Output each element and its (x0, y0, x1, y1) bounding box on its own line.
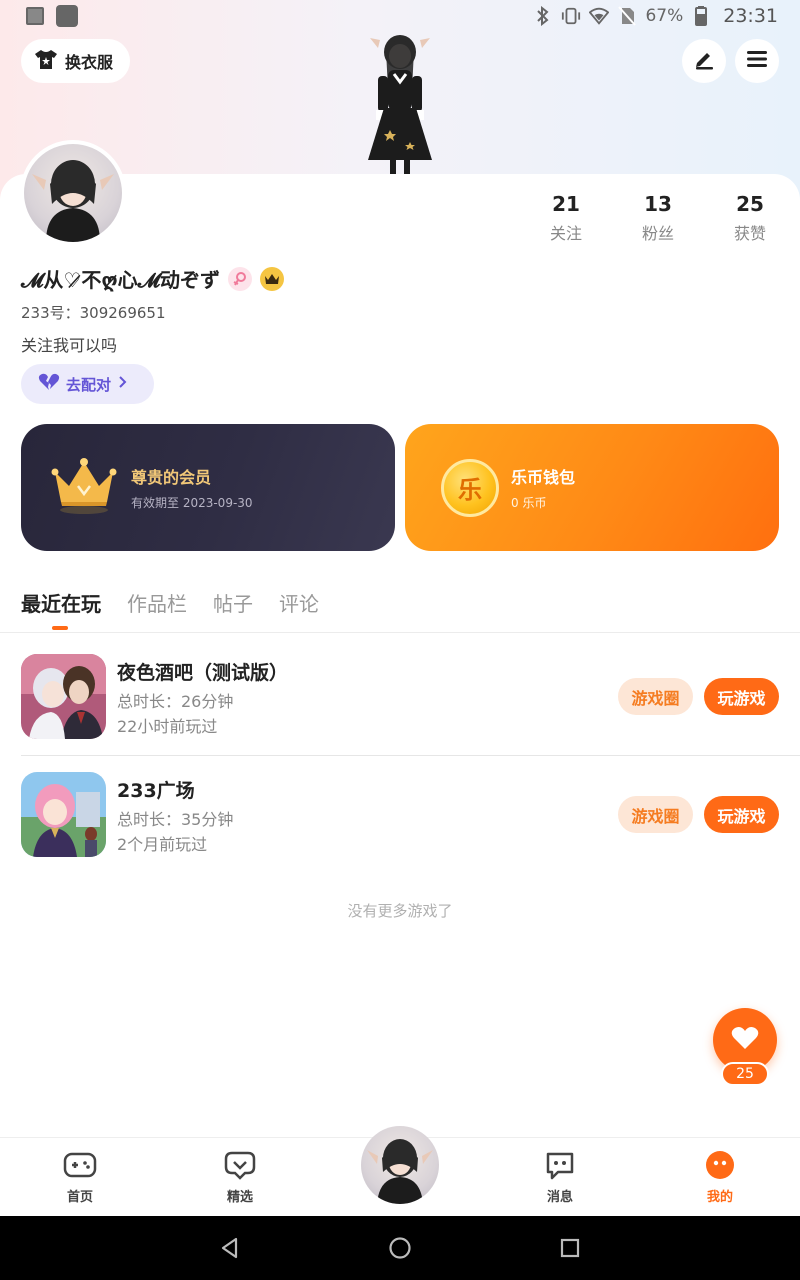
go-pair-label: 去配对 (66, 375, 112, 394)
heart-icon (731, 1026, 759, 1054)
gamepad-icon (63, 1148, 97, 1182)
nickname-text: 𝓜从♡̷不ღ̷心𝓜动ぞず (21, 268, 221, 292)
like-count-badge: 25 (721, 1062, 769, 1086)
nav-messages[interactable]: 消息 (520, 1148, 600, 1205)
tab-comments[interactable]: 评论 (279, 588, 319, 617)
likes-count: 25 (736, 192, 764, 216)
me-face-icon (703, 1148, 737, 1182)
battery-percent: 67% (645, 6, 684, 26)
change-outfit-label: 换衣服 (65, 53, 114, 72)
gallery-notification-icon (26, 7, 44, 25)
nav-me[interactable]: 我的 (680, 1148, 760, 1205)
nav-home[interactable]: 首页 (40, 1148, 120, 1205)
game-title: 233广场 (117, 780, 195, 802)
wallet-balance: 0 乐币 (511, 496, 547, 510)
hamburger-menu-icon (746, 49, 768, 73)
play-game-button[interactable]: 玩游戏 (704, 678, 779, 715)
message-icon (543, 1148, 577, 1182)
chevron-right-icon (117, 375, 127, 393)
following-count: 21 (552, 192, 580, 216)
profile-nickname: 𝓜从♡̷不ღ̷心𝓜动ぞず (21, 264, 285, 293)
clock: 23:31 (723, 5, 778, 27)
wallet-title: 乐币钱包 (511, 468, 576, 487)
game-circle-button[interactable]: 游戏圈 (618, 678, 693, 715)
game-circle-button[interactable]: 游戏圈 (618, 796, 693, 833)
profile-stats: 21 关注 13 粉丝 25 获赞 (520, 192, 800, 244)
nav-featured-label: 精选 (226, 1190, 253, 1205)
back-icon[interactable] (218, 1236, 242, 1260)
go-pair-button[interactable]: 去配对 (21, 364, 154, 404)
battery-icon (691, 6, 711, 26)
vip-title: 尊贵的会员 (131, 468, 212, 487)
tab-recently-played[interactable]: 最近在玩 (21, 588, 101, 630)
system-navigation-bar (0, 1216, 800, 1280)
home-icon[interactable] (388, 1236, 412, 1260)
nav-home-label: 首页 (66, 1190, 93, 1205)
pencil-icon (693, 48, 715, 74)
edit-profile-button[interactable] (682, 39, 726, 83)
user-bio: 关注我可以吗 (21, 336, 118, 355)
tab-works[interactable]: 作品栏 (127, 588, 187, 617)
likes-label: 获赞 (733, 224, 766, 243)
list-item[interactable]: 233广场 总时长：35分钟 2个月前玩过 游戏圈 玩游戏 (0, 772, 800, 890)
play-game-button[interactable]: 玩游戏 (704, 796, 779, 833)
game-last-played: 2个月前玩过 (117, 835, 208, 854)
followers-label: 粉丝 (641, 224, 674, 243)
nav-me-label: 我的 (706, 1190, 733, 1205)
followers-stat[interactable]: 13 粉丝 (612, 192, 704, 244)
game-title: 夜色酒吧（测试版） (117, 662, 289, 684)
app-notification-icon (56, 5, 78, 27)
gold-crown-icon (51, 456, 117, 520)
broken-heart-icon (38, 373, 60, 395)
avatar-character-figure[interactable] (350, 30, 450, 175)
nav-featured[interactable]: 精选 (200, 1148, 280, 1205)
followers-count: 13 (644, 192, 672, 216)
no-more-games-text: 没有更多游戏了 (347, 902, 453, 920)
active-tab-indicator (52, 626, 68, 630)
tab-recently-played-label: 最近在玩 (21, 592, 101, 616)
menu-button[interactable] (735, 39, 779, 83)
list-divider (21, 755, 800, 756)
game-last-played: 22小时前玩过 (117, 717, 218, 736)
heart-chat-icon (223, 1148, 257, 1182)
vip-expiry: 有效期至 2023-09-30 (131, 496, 253, 510)
vip-crown-icon (260, 266, 285, 291)
tabs-divider (0, 632, 800, 633)
no-sim-icon (617, 6, 637, 26)
profile-avatar[interactable] (20, 140, 126, 246)
wallet-card[interactable]: 乐 乐币钱包 0 乐币 (405, 424, 779, 551)
wifi-icon (589, 6, 610, 26)
profile-tabs: 最近在玩 作品栏 帖子 评论 (21, 588, 319, 630)
change-outfit-button[interactable]: 换衣服 (21, 39, 130, 83)
vibrate-icon (561, 6, 581, 26)
status-bar: 67% 23:31 (0, 0, 800, 32)
following-label: 关注 (549, 224, 582, 243)
shirt-icon (34, 48, 58, 74)
tab-posts[interactable]: 帖子 (213, 588, 253, 617)
game-icon-night-bar (21, 654, 106, 739)
following-stat[interactable]: 21 关注 (520, 192, 612, 244)
le-coin-icon: 乐 (441, 458, 499, 517)
nav-messages-label: 消息 (546, 1190, 573, 1205)
likes-stat[interactable]: 25 获赞 (704, 192, 796, 244)
game-play-duration: 总时长：26分钟 (117, 692, 234, 711)
vip-membership-card[interactable]: 尊贵的会员 有效期至 2023-09-30 (21, 424, 395, 551)
game-icon-233-plaza (21, 772, 106, 857)
bluetooth-icon (533, 6, 553, 26)
nav-avatar-button[interactable] (361, 1126, 439, 1204)
user-id: 233号：309269651 (21, 304, 166, 322)
recents-icon[interactable] (558, 1236, 582, 1260)
female-gender-icon (228, 266, 253, 291)
game-play-duration: 总时长：35分钟 (117, 810, 234, 829)
